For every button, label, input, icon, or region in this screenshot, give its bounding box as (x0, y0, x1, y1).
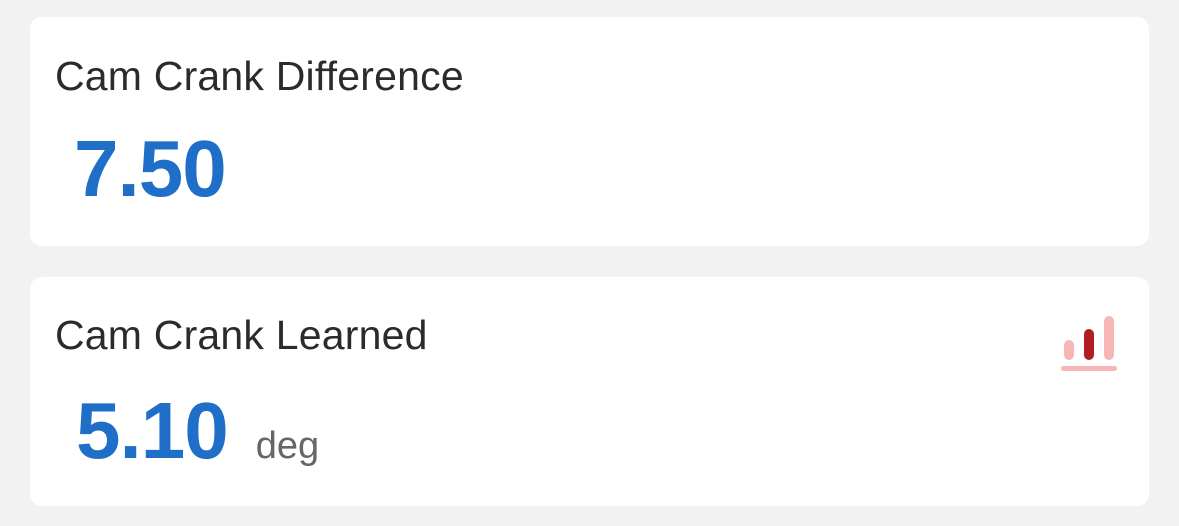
cam-crank-difference-card: Cam Crank Difference 7.50 (30, 17, 1149, 246)
bar-chart-button[interactable] (1059, 313, 1119, 375)
value-row: 7.50 (74, 123, 227, 215)
value-row: 5.10 deg (76, 385, 319, 477)
bar-chart-icon (1061, 316, 1117, 371)
metric-value: 5.10 (76, 386, 229, 475)
metric-value: 7.50 (74, 124, 227, 213)
metric-unit: deg (255, 425, 320, 467)
card-title: Cam Crank Difference (55, 53, 464, 99)
card-title: Cam Crank Learned (55, 312, 428, 358)
cam-crank-learned-card: Cam Crank Learned 5.10 deg (30, 277, 1149, 506)
